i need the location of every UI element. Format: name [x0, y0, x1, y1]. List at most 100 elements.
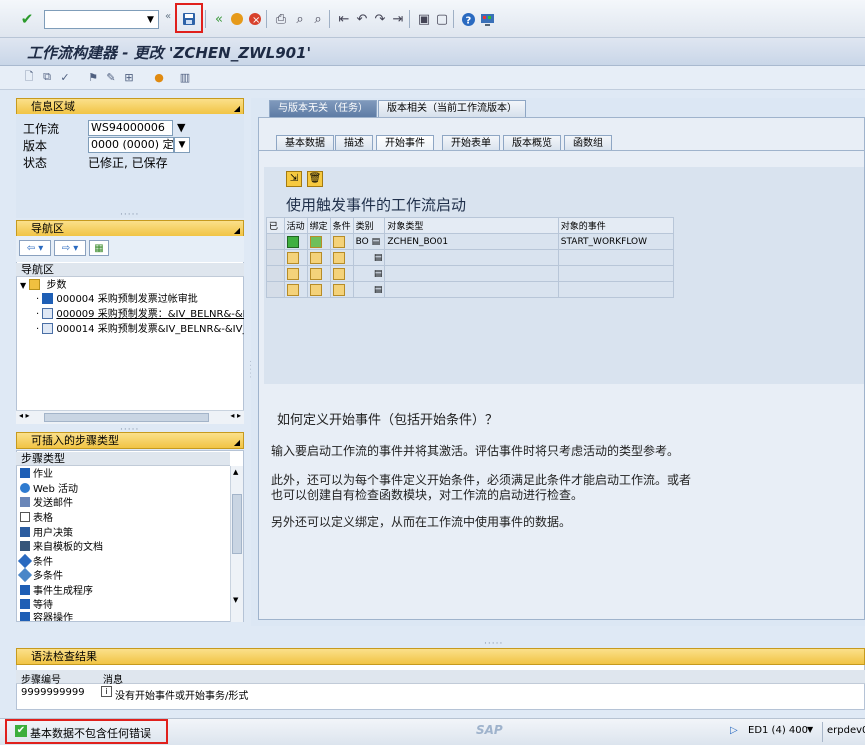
binding-cell[interactable]: [306, 233, 331, 250]
system-info[interactable]: ED1 (4) 400: [748, 725, 808, 736]
play-icon[interactable]: ▷: [730, 725, 738, 736]
result-step-number[interactable]: 9999999999: [21, 687, 85, 698]
exit-icon[interactable]: [228, 10, 246, 28]
shortcut-icon[interactable]: ▢: [433, 10, 451, 28]
overview-icon[interactable]: ▦: [89, 240, 109, 256]
last-page-icon[interactable]: ⇥: [389, 10, 407, 28]
collapse-icon[interactable]: «: [165, 11, 171, 22]
panel-menu-icon[interactable]: ◢: [234, 435, 240, 450]
category-cell[interactable]: ▤: [352, 249, 386, 266]
first-page-icon[interactable]: ⇤: [335, 10, 353, 28]
condition-icon[interactable]: [332, 235, 345, 248]
back-arrow-icon[interactable]: ⇦ ▾: [19, 240, 51, 256]
edit-icon[interactable]: ✎: [104, 70, 118, 84]
layout-icon[interactable]: ▥: [178, 70, 192, 84]
test-icon[interactable]: ●: [152, 70, 166, 84]
step-type-item[interactable]: 容器操作: [20, 612, 73, 621]
tree-root-steps[interactable]: ▼ 步数: [20, 279, 244, 293]
binding-icon[interactable]: [309, 267, 322, 280]
prev-page-icon[interactable]: ↶: [353, 10, 371, 28]
version-select[interactable]: 0000 (0000) 定义: [88, 137, 174, 153]
tree-item[interactable]: · 000009 采购预制发票：&IV_BELNR&-&IV: [36, 308, 244, 322]
step-type-item[interactable]: 事件生成程序: [20, 585, 93, 599]
expand-icon[interactable]: ▼: [20, 281, 26, 290]
scrollbar-thumb[interactable]: [44, 413, 209, 422]
find-next-icon[interactable]: ⌕: [309, 10, 327, 28]
event-cell[interactable]: [557, 265, 675, 282]
workflow-field[interactable]: WS94000006: [88, 120, 173, 136]
step-type-item[interactable]: 用户决策: [20, 527, 73, 541]
row-selector[interactable]: [266, 281, 285, 298]
event-cell[interactable]: [557, 249, 675, 266]
step-type-item[interactable]: Web 活动: [20, 483, 78, 497]
binding-icon[interactable]: [309, 235, 322, 248]
object-type-cell[interactable]: ZCHEN_BO01: [384, 233, 559, 250]
step-type-item[interactable]: 表格: [20, 512, 53, 526]
workflow-icon[interactable]: ⊞: [122, 70, 136, 84]
binding-icon[interactable]: [309, 251, 322, 264]
scroll-left-icon[interactable]: ◂ ▸: [19, 411, 30, 420]
forward-arrow-icon[interactable]: ⇨ ▾: [54, 240, 86, 256]
customize-icon[interactable]: [478, 10, 496, 28]
vertical-scrollbar[interactable]: ▲ ▼: [230, 466, 243, 622]
condition-icon[interactable]: [332, 251, 345, 264]
active-cell[interactable]: [283, 265, 308, 282]
event-cell[interactable]: [557, 281, 675, 298]
row-selector[interactable]: [266, 233, 285, 250]
next-page-icon[interactable]: ↷: [371, 10, 389, 28]
horizontal-scrollbar[interactable]: ◂ ▸ ◂ ▸: [16, 410, 244, 424]
category-cell[interactable]: ▤: [352, 265, 386, 282]
active-checkbox[interactable]: [286, 235, 299, 248]
active-cell[interactable]: [283, 281, 308, 298]
table-row[interactable]: ▤: [266, 265, 675, 282]
binding-cell[interactable]: [306, 281, 331, 298]
print-icon[interactable]: ⎙: [272, 10, 290, 28]
cancel-icon[interactable]: ×: [246, 10, 264, 28]
scrollbar-thumb[interactable]: [232, 494, 242, 554]
scroll-down-icon[interactable]: ▼: [233, 596, 238, 604]
delete-icon[interactable]: 🗑: [307, 171, 323, 187]
active-checkbox[interactable]: [286, 283, 299, 296]
row-selector[interactable]: [266, 249, 285, 266]
table-row[interactable]: ▤: [266, 281, 675, 298]
insert-row-icon[interactable]: ⇲: [286, 171, 302, 187]
condition-cell[interactable]: [329, 249, 354, 266]
condition-cell[interactable]: [329, 233, 354, 250]
tree-item[interactable]: · 000004 采购预制发票过帐审批: [36, 293, 244, 307]
object-type-cell[interactable]: [384, 281, 559, 298]
copy-icon[interactable]: ⧉: [40, 70, 54, 84]
step-type-item[interactable]: 等待: [20, 599, 53, 613]
checkmark-icon[interactable]: ✔: [18, 10, 36, 28]
clipboard-icon[interactable]: ▤: [374, 269, 383, 279]
binding-cell[interactable]: [306, 265, 331, 282]
activate-icon[interactable]: ⚑: [86, 70, 100, 84]
find-icon[interactable]: ⌕: [291, 10, 309, 28]
step-type-item[interactable]: 发送邮件: [20, 497, 73, 511]
tree-item[interactable]: · 000014 采购预制发票&IV_BELNR&-&IV_G: [36, 323, 244, 337]
table-row[interactable]: ▤: [266, 249, 675, 266]
object-type-cell[interactable]: [384, 249, 559, 266]
scroll-up-icon[interactable]: ▲: [233, 468, 238, 476]
help-icon[interactable]: ?: [459, 10, 477, 28]
condition-icon[interactable]: [332, 283, 345, 296]
chevron-down-icon[interactable]: ▼: [174, 137, 190, 153]
check-icon[interactable]: ✓: [58, 70, 72, 84]
command-field[interactable]: [44, 10, 159, 29]
clipboard-icon[interactable]: ▤: [374, 285, 383, 295]
object-type-cell[interactable]: [384, 265, 559, 282]
step-type-item[interactable]: 来自模板的文档: [20, 541, 103, 555]
splitter-handle[interactable]: ·····: [245, 360, 255, 379]
table-row[interactable]: BO ▤ ZCHEN_BO01 START_WORKFLOW: [266, 233, 675, 250]
tab-version-independent[interactable]: 与版本无关（任务）: [269, 100, 377, 117]
binding-cell[interactable]: [306, 249, 331, 266]
new-document-icon[interactable]: 🗋: [22, 70, 36, 84]
active-checkbox[interactable]: [286, 267, 299, 280]
chevron-down-icon[interactable]: ▼: [807, 725, 813, 734]
active-checkbox[interactable]: [286, 251, 299, 264]
active-cell[interactable]: [283, 249, 308, 266]
splitter-handle[interactable]: ·····: [120, 210, 139, 220]
condition-icon[interactable]: [332, 267, 345, 280]
tab-version-dependent[interactable]: 版本相关（当前工作流版本）: [378, 100, 526, 117]
result-message[interactable]: 没有开始事件或开始事务/形式: [115, 687, 248, 702]
clipboard-icon[interactable]: ▤: [374, 253, 383, 263]
